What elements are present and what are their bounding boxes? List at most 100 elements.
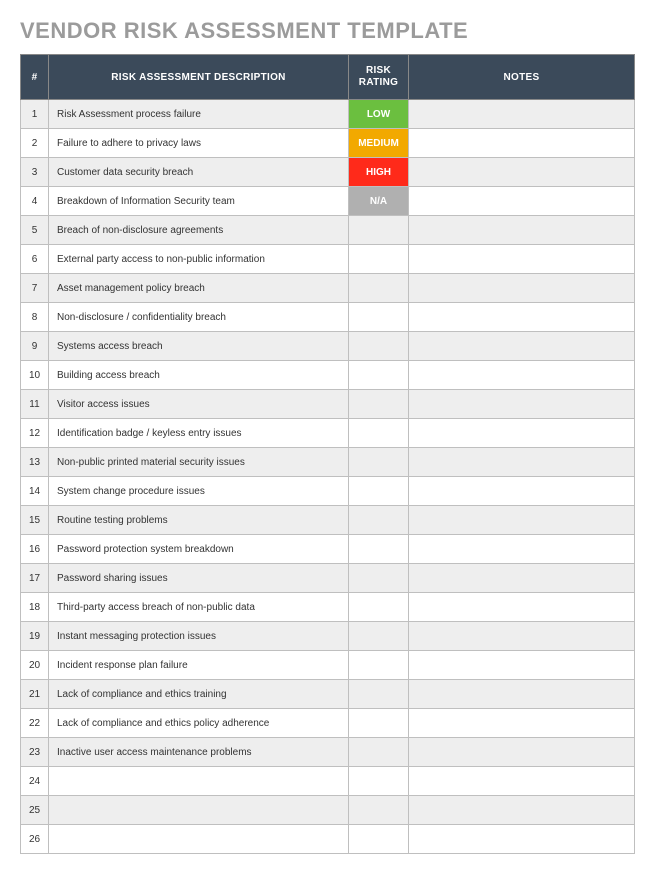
row-rating [349,622,409,651]
row-rating: MEDIUM [349,129,409,158]
row-description: Customer data security breach [49,158,349,187]
row-notes [409,709,635,738]
row-notes [409,245,635,274]
row-description: External party access to non-public info… [49,245,349,274]
row-notes [409,535,635,564]
table-row: 22Lack of compliance and ethics policy a… [21,709,635,738]
row-notes [409,593,635,622]
row-rating: HIGH [349,158,409,187]
row-rating [349,593,409,622]
row-notes [409,332,635,361]
row-notes [409,477,635,506]
row-description [49,825,349,854]
row-description: Systems access breach [49,332,349,361]
table-row: 21Lack of compliance and ethics training [21,680,635,709]
row-number: 19 [21,622,49,651]
row-number: 10 [21,361,49,390]
row-notes [409,680,635,709]
table-row: 16Password protection system breakdown [21,535,635,564]
table-header-row: # RISK ASSESSMENT DESCRIPTION RISK RATIN… [21,55,635,100]
table-row: 6External party access to non-public inf… [21,245,635,274]
row-notes [409,390,635,419]
row-description: Identification badge / keyless entry iss… [49,419,349,448]
col-header-rating: RISK RATING [349,55,409,100]
table-row: 23Inactive user access maintenance probl… [21,738,635,767]
row-number: 5 [21,216,49,245]
row-notes [409,506,635,535]
row-description: Visitor access issues [49,390,349,419]
row-notes [409,129,635,158]
row-notes [409,651,635,680]
row-number: 12 [21,419,49,448]
row-number: 4 [21,187,49,216]
table-row: 17Password sharing issues [21,564,635,593]
col-header-desc: RISK ASSESSMENT DESCRIPTION [49,55,349,100]
row-description: Inactive user access maintenance problem… [49,738,349,767]
col-header-num: # [21,55,49,100]
row-number: 20 [21,651,49,680]
row-number: 8 [21,303,49,332]
row-notes [409,564,635,593]
row-rating [349,738,409,767]
col-header-notes: NOTES [409,55,635,100]
table-row: 15Routine testing problems [21,506,635,535]
row-rating [349,390,409,419]
row-notes [409,767,635,796]
row-rating [349,506,409,535]
row-description: Non-disclosure / confidentiality breach [49,303,349,332]
table-row: 8Non-disclosure / confidentiality breach [21,303,635,332]
row-number: 9 [21,332,49,361]
table-row: 10Building access breach [21,361,635,390]
table-row: 7Asset management policy breach [21,274,635,303]
row-rating [349,825,409,854]
table-row: 9Systems access breach [21,332,635,361]
row-rating [349,535,409,564]
row-notes [409,158,635,187]
row-notes [409,100,635,129]
row-number: 25 [21,796,49,825]
row-description: Building access breach [49,361,349,390]
table-row: 4Breakdown of Information Security teamN… [21,187,635,216]
row-rating [349,303,409,332]
row-rating: N/A [349,187,409,216]
table-row: 11Visitor access issues [21,390,635,419]
row-number: 22 [21,709,49,738]
row-notes [409,825,635,854]
row-description: Password protection system breakdown [49,535,349,564]
row-number: 1 [21,100,49,129]
row-rating [349,709,409,738]
row-description: Non-public printed material security iss… [49,448,349,477]
table-row: 13Non-public printed material security i… [21,448,635,477]
row-description: Failure to adhere to privacy laws [49,129,349,158]
row-notes [409,361,635,390]
row-number: 21 [21,680,49,709]
row-notes [409,274,635,303]
page-title: VENDOR RISK ASSESSMENT TEMPLATE [20,18,635,44]
row-notes [409,738,635,767]
row-number: 7 [21,274,49,303]
table-row: 12Identification badge / keyless entry i… [21,419,635,448]
risk-table: # RISK ASSESSMENT DESCRIPTION RISK RATIN… [20,54,635,854]
row-number: 11 [21,390,49,419]
row-description: Third-party access breach of non-public … [49,593,349,622]
row-rating [349,767,409,796]
row-notes [409,622,635,651]
row-description: Asset management policy breach [49,274,349,303]
row-rating [349,651,409,680]
row-number: 2 [21,129,49,158]
row-notes [409,419,635,448]
row-rating [349,448,409,477]
row-number: 17 [21,564,49,593]
row-description: Risk Assessment process failure [49,100,349,129]
row-rating: LOW [349,100,409,129]
row-description: Lack of compliance and ethics training [49,680,349,709]
row-rating [349,332,409,361]
row-number: 24 [21,767,49,796]
row-notes [409,448,635,477]
row-rating [349,361,409,390]
row-rating [349,216,409,245]
row-rating [349,564,409,593]
row-number: 18 [21,593,49,622]
row-number: 15 [21,506,49,535]
row-rating [349,477,409,506]
